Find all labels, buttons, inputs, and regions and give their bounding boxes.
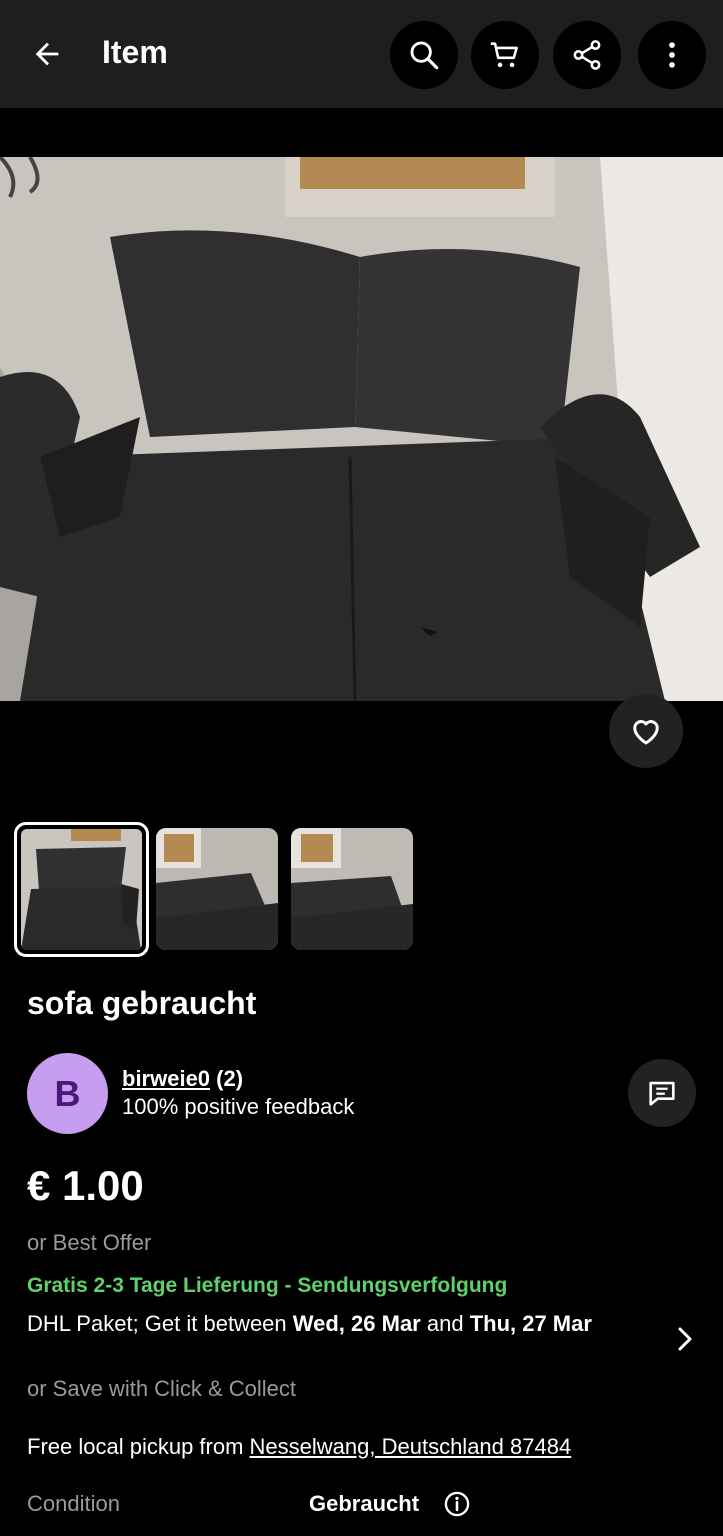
photo-thumbnail-1[interactable] bbox=[14, 822, 149, 957]
share-icon bbox=[573, 40, 601, 70]
best-offer-label: or Best Offer bbox=[27, 1230, 152, 1255]
seller-rating-count: (2) bbox=[216, 1066, 244, 1091]
chat-icon bbox=[649, 1081, 675, 1106]
share-button[interactable] bbox=[553, 21, 621, 89]
pickup-location-link[interactable]: Nesselwang, Deutschland 87484 bbox=[250, 1434, 572, 1459]
condition-label: Condition bbox=[27, 1491, 120, 1516]
back-arrow-icon bbox=[35, 42, 59, 66]
cart-button[interactable] bbox=[471, 21, 539, 89]
watch-button[interactable] bbox=[609, 694, 683, 768]
info-icon[interactable] bbox=[443, 1490, 471, 1518]
price: € 1.00 bbox=[27, 1162, 144, 1209]
page-title: Item bbox=[102, 34, 168, 70]
photo-thumbnail-3[interactable] bbox=[291, 828, 413, 950]
shipping-carrier-text: DHL Paket; Get it between bbox=[27, 1311, 293, 1336]
seller-feedback: 100% positive feedback bbox=[122, 1094, 355, 1119]
pickup-prefix: Free local pickup from bbox=[27, 1434, 250, 1459]
condition-value: Gebraucht bbox=[309, 1491, 420, 1516]
delivery-date-to: Thu, 27 Mar bbox=[469, 1311, 592, 1336]
sofa-photo-image bbox=[0, 157, 723, 701]
thumbnail-image bbox=[156, 828, 278, 950]
top-app-bar: Item bbox=[0, 0, 723, 108]
delivery-date-from: Wed, 26 Mar bbox=[292, 1311, 421, 1336]
local-pickup: Free local pickup from Nesselwang, Deuts… bbox=[27, 1434, 571, 1460]
click-collect-text: or Save with Click & Collect bbox=[27, 1376, 296, 1401]
seller-name-link[interactable]: birweie0 bbox=[122, 1066, 210, 1091]
seller-info: birweie0 (2) bbox=[122, 1066, 243, 1092]
seller-avatar[interactable]: B bbox=[27, 1053, 108, 1134]
more-options-button[interactable] bbox=[638, 21, 706, 89]
search-button[interactable] bbox=[390, 21, 458, 89]
shipping-headline: Gratis 2-3 Tage Lieferung - Sendungsverf… bbox=[27, 1274, 508, 1297]
photo-thumbnail-2[interactable] bbox=[156, 828, 278, 950]
search-icon bbox=[410, 41, 439, 70]
more-vert-icon bbox=[669, 42, 675, 68]
heart-icon bbox=[633, 720, 659, 745]
item-title: sofa gebraucht bbox=[27, 985, 257, 1021]
main-listing-photo[interactable] bbox=[0, 157, 723, 701]
shipping-and-text: and bbox=[420, 1311, 470, 1336]
back-button[interactable] bbox=[22, 30, 72, 78]
chevron-right-icon bbox=[678, 1327, 692, 1351]
shipping-details: DHL Paket; Get it between Wed, 26 Mar an… bbox=[27, 1307, 627, 1341]
message-seller-button[interactable] bbox=[628, 1059, 696, 1127]
cart-icon bbox=[490, 42, 518, 68]
shipping-details-button[interactable] bbox=[668, 1322, 702, 1356]
thumbnail-image bbox=[21, 829, 142, 950]
thumbnail-image bbox=[291, 828, 413, 950]
